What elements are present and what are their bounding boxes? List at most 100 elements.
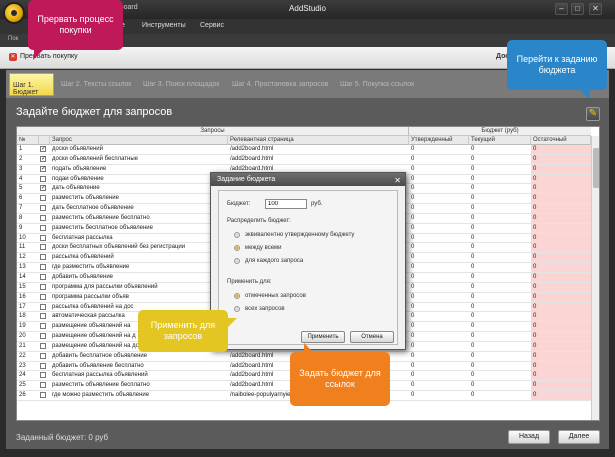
budget-input[interactable] bbox=[265, 199, 307, 209]
row-approved: 0 bbox=[411, 195, 415, 202]
col-header-approved[interactable]: Утвержденный bbox=[409, 136, 469, 145]
row-query: разместить объявление bbox=[52, 195, 119, 202]
row-checkbox[interactable] bbox=[40, 293, 46, 300]
row-query: программа рассылки объяв bbox=[52, 293, 129, 300]
row-query: доски объявлений bbox=[52, 146, 103, 152]
row-checkbox[interactable] bbox=[40, 392, 46, 399]
scrollbar-thumb[interactable] bbox=[593, 148, 599, 188]
radio-equivalent[interactable] bbox=[234, 232, 240, 238]
row-checkbox[interactable] bbox=[40, 313, 46, 320]
col-header-check[interactable] bbox=[39, 136, 50, 145]
row-checkbox[interactable] bbox=[40, 195, 46, 202]
row-number: 21 bbox=[19, 342, 26, 349]
row-remaining: 0 bbox=[531, 213, 591, 223]
row-current: 0 bbox=[471, 352, 475, 359]
row-checkbox[interactable] bbox=[40, 303, 46, 310]
radio-checked-queries[interactable] bbox=[234, 293, 240, 299]
table-scrollbar[interactable] bbox=[591, 136, 599, 420]
callout-goto-budget: Перейти к заданию бюджета bbox=[507, 40, 607, 99]
row-checkbox[interactable] bbox=[40, 362, 46, 369]
row-number: 15 bbox=[19, 283, 26, 290]
step-search-sites-tab[interactable]: Шаг 3. Поиск площадок bbox=[143, 81, 219, 88]
callout-abort-purchase: Прервать процесс покупки bbox=[28, 0, 123, 59]
row-checkbox[interactable] bbox=[40, 205, 46, 212]
app-logo-icon[interactable] bbox=[3, 2, 25, 24]
radio-between-all[interactable] bbox=[234, 245, 240, 251]
row-checkbox[interactable] bbox=[40, 372, 46, 379]
row-approved: 0 bbox=[411, 333, 415, 340]
col-header-page[interactable]: Релевантная страница bbox=[228, 136, 409, 145]
row-current: 0 bbox=[471, 234, 475, 241]
row-remaining: 0 bbox=[531, 381, 591, 391]
menu-item-tools[interactable]: Инструменты bbox=[142, 22, 186, 29]
row-checkbox[interactable]: ✓ bbox=[40, 155, 46, 162]
row-checkbox[interactable] bbox=[40, 214, 46, 221]
next-button[interactable]: Далее bbox=[558, 430, 600, 444]
row-remaining: 0 bbox=[531, 204, 591, 214]
row-checkbox[interactable] bbox=[40, 273, 46, 280]
minimize-button[interactable]: – bbox=[555, 3, 568, 15]
row-remaining: 0 bbox=[531, 351, 591, 361]
step-place-queries-tab[interactable]: Шаг 4. Простановка запросов bbox=[232, 81, 328, 88]
table-row[interactable]: 2 доски объявлений бесплатные/add2board.h… bbox=[17, 154, 599, 165]
row-checkbox[interactable]: ✓ bbox=[40, 185, 46, 192]
row-checkbox[interactable] bbox=[40, 264, 46, 271]
row-query: где разместить объявление bbox=[52, 264, 130, 271]
table-row[interactable]: 1 доски объявлений/add2board.html 0 0 0 ✓ bbox=[17, 145, 599, 155]
row-checkbox[interactable] bbox=[40, 342, 46, 349]
row-checkbox[interactable] bbox=[40, 333, 46, 340]
row-checkbox[interactable] bbox=[40, 283, 46, 290]
row-checkbox[interactable] bbox=[40, 175, 46, 182]
menu-item-service[interactable]: Сервис bbox=[200, 22, 224, 29]
row-checkbox[interactable] bbox=[40, 234, 46, 241]
radio-between-all-label: между всеми bbox=[245, 245, 282, 251]
row-current: 0 bbox=[471, 273, 475, 280]
abort-icon: ✕ bbox=[9, 53, 17, 61]
total-budget-text: Заданный бюджет: 0 руб bbox=[16, 433, 109, 442]
step-budget-tab[interactable]: Шаг 1. Бюджет bbox=[9, 73, 54, 96]
row-checkbox[interactable] bbox=[40, 352, 46, 359]
step-link-texts-tab[interactable]: Шаг 2. Тексты ссылок bbox=[61, 81, 131, 88]
row-checkbox[interactable]: ✓ bbox=[40, 165, 46, 172]
toolbar-tab[interactable]: Пок bbox=[8, 36, 18, 42]
col-header-num[interactable]: № bbox=[17, 136, 39, 145]
row-checkbox[interactable] bbox=[40, 323, 46, 330]
radio-all-queries[interactable] bbox=[234, 306, 240, 312]
row-remaining: 0 bbox=[531, 154, 591, 164]
dialog-close-icon[interactable]: ✕ bbox=[394, 174, 401, 187]
row-checkbox[interactable] bbox=[40, 244, 46, 251]
row-approved: 0 bbox=[411, 303, 415, 310]
row-checkbox[interactable]: ✓ bbox=[40, 146, 46, 152]
budget-task-icon[interactable]: ✎ bbox=[586, 107, 600, 121]
row-checkbox[interactable] bbox=[40, 254, 46, 261]
row-query: разместить объявление бесплатно bbox=[52, 382, 150, 389]
step-buy-links-tab[interactable]: Шаг 5. Покупка ссылок bbox=[340, 81, 414, 88]
row-checkbox[interactable] bbox=[40, 224, 46, 231]
cancel-button[interactable]: Отмена bbox=[350, 331, 394, 343]
col-header-remaining[interactable]: Остаточный bbox=[531, 136, 591, 145]
row-query: разместить бесплатное объявление bbox=[52, 224, 153, 231]
row-query: подаи объявление bbox=[52, 175, 104, 182]
row-remaining: 0 bbox=[531, 145, 591, 154]
radio-each-query[interactable] bbox=[234, 258, 240, 264]
row-current: 0 bbox=[471, 155, 475, 162]
apply-button[interactable]: Применить bbox=[301, 331, 345, 343]
row-approved: 0 bbox=[411, 382, 415, 389]
row-number: 20 bbox=[19, 333, 26, 340]
back-button[interactable]: Назад bbox=[508, 430, 550, 444]
row-number: 5 bbox=[19, 185, 23, 192]
maximize-button[interactable]: □ bbox=[571, 3, 584, 15]
close-button[interactable]: ✕ bbox=[589, 3, 602, 15]
col-header-current[interactable]: Текущий bbox=[469, 136, 531, 145]
row-current: 0 bbox=[471, 392, 475, 399]
row-current: 0 bbox=[471, 303, 475, 310]
row-checkbox[interactable] bbox=[40, 382, 46, 389]
row-query: добавить объявление бесплатно bbox=[52, 362, 144, 369]
col-header-query[interactable]: Запрос bbox=[50, 136, 228, 145]
dialog-title-text: Задание бюджета bbox=[217, 176, 276, 183]
row-remaining: 0 bbox=[531, 253, 591, 263]
row-approved: 0 bbox=[411, 362, 415, 369]
row-current: 0 bbox=[471, 185, 475, 192]
radio-checked-queries-label: отмеченных запросов bbox=[245, 293, 306, 299]
abort-purchase-label: Прервать покупку bbox=[20, 53, 78, 60]
